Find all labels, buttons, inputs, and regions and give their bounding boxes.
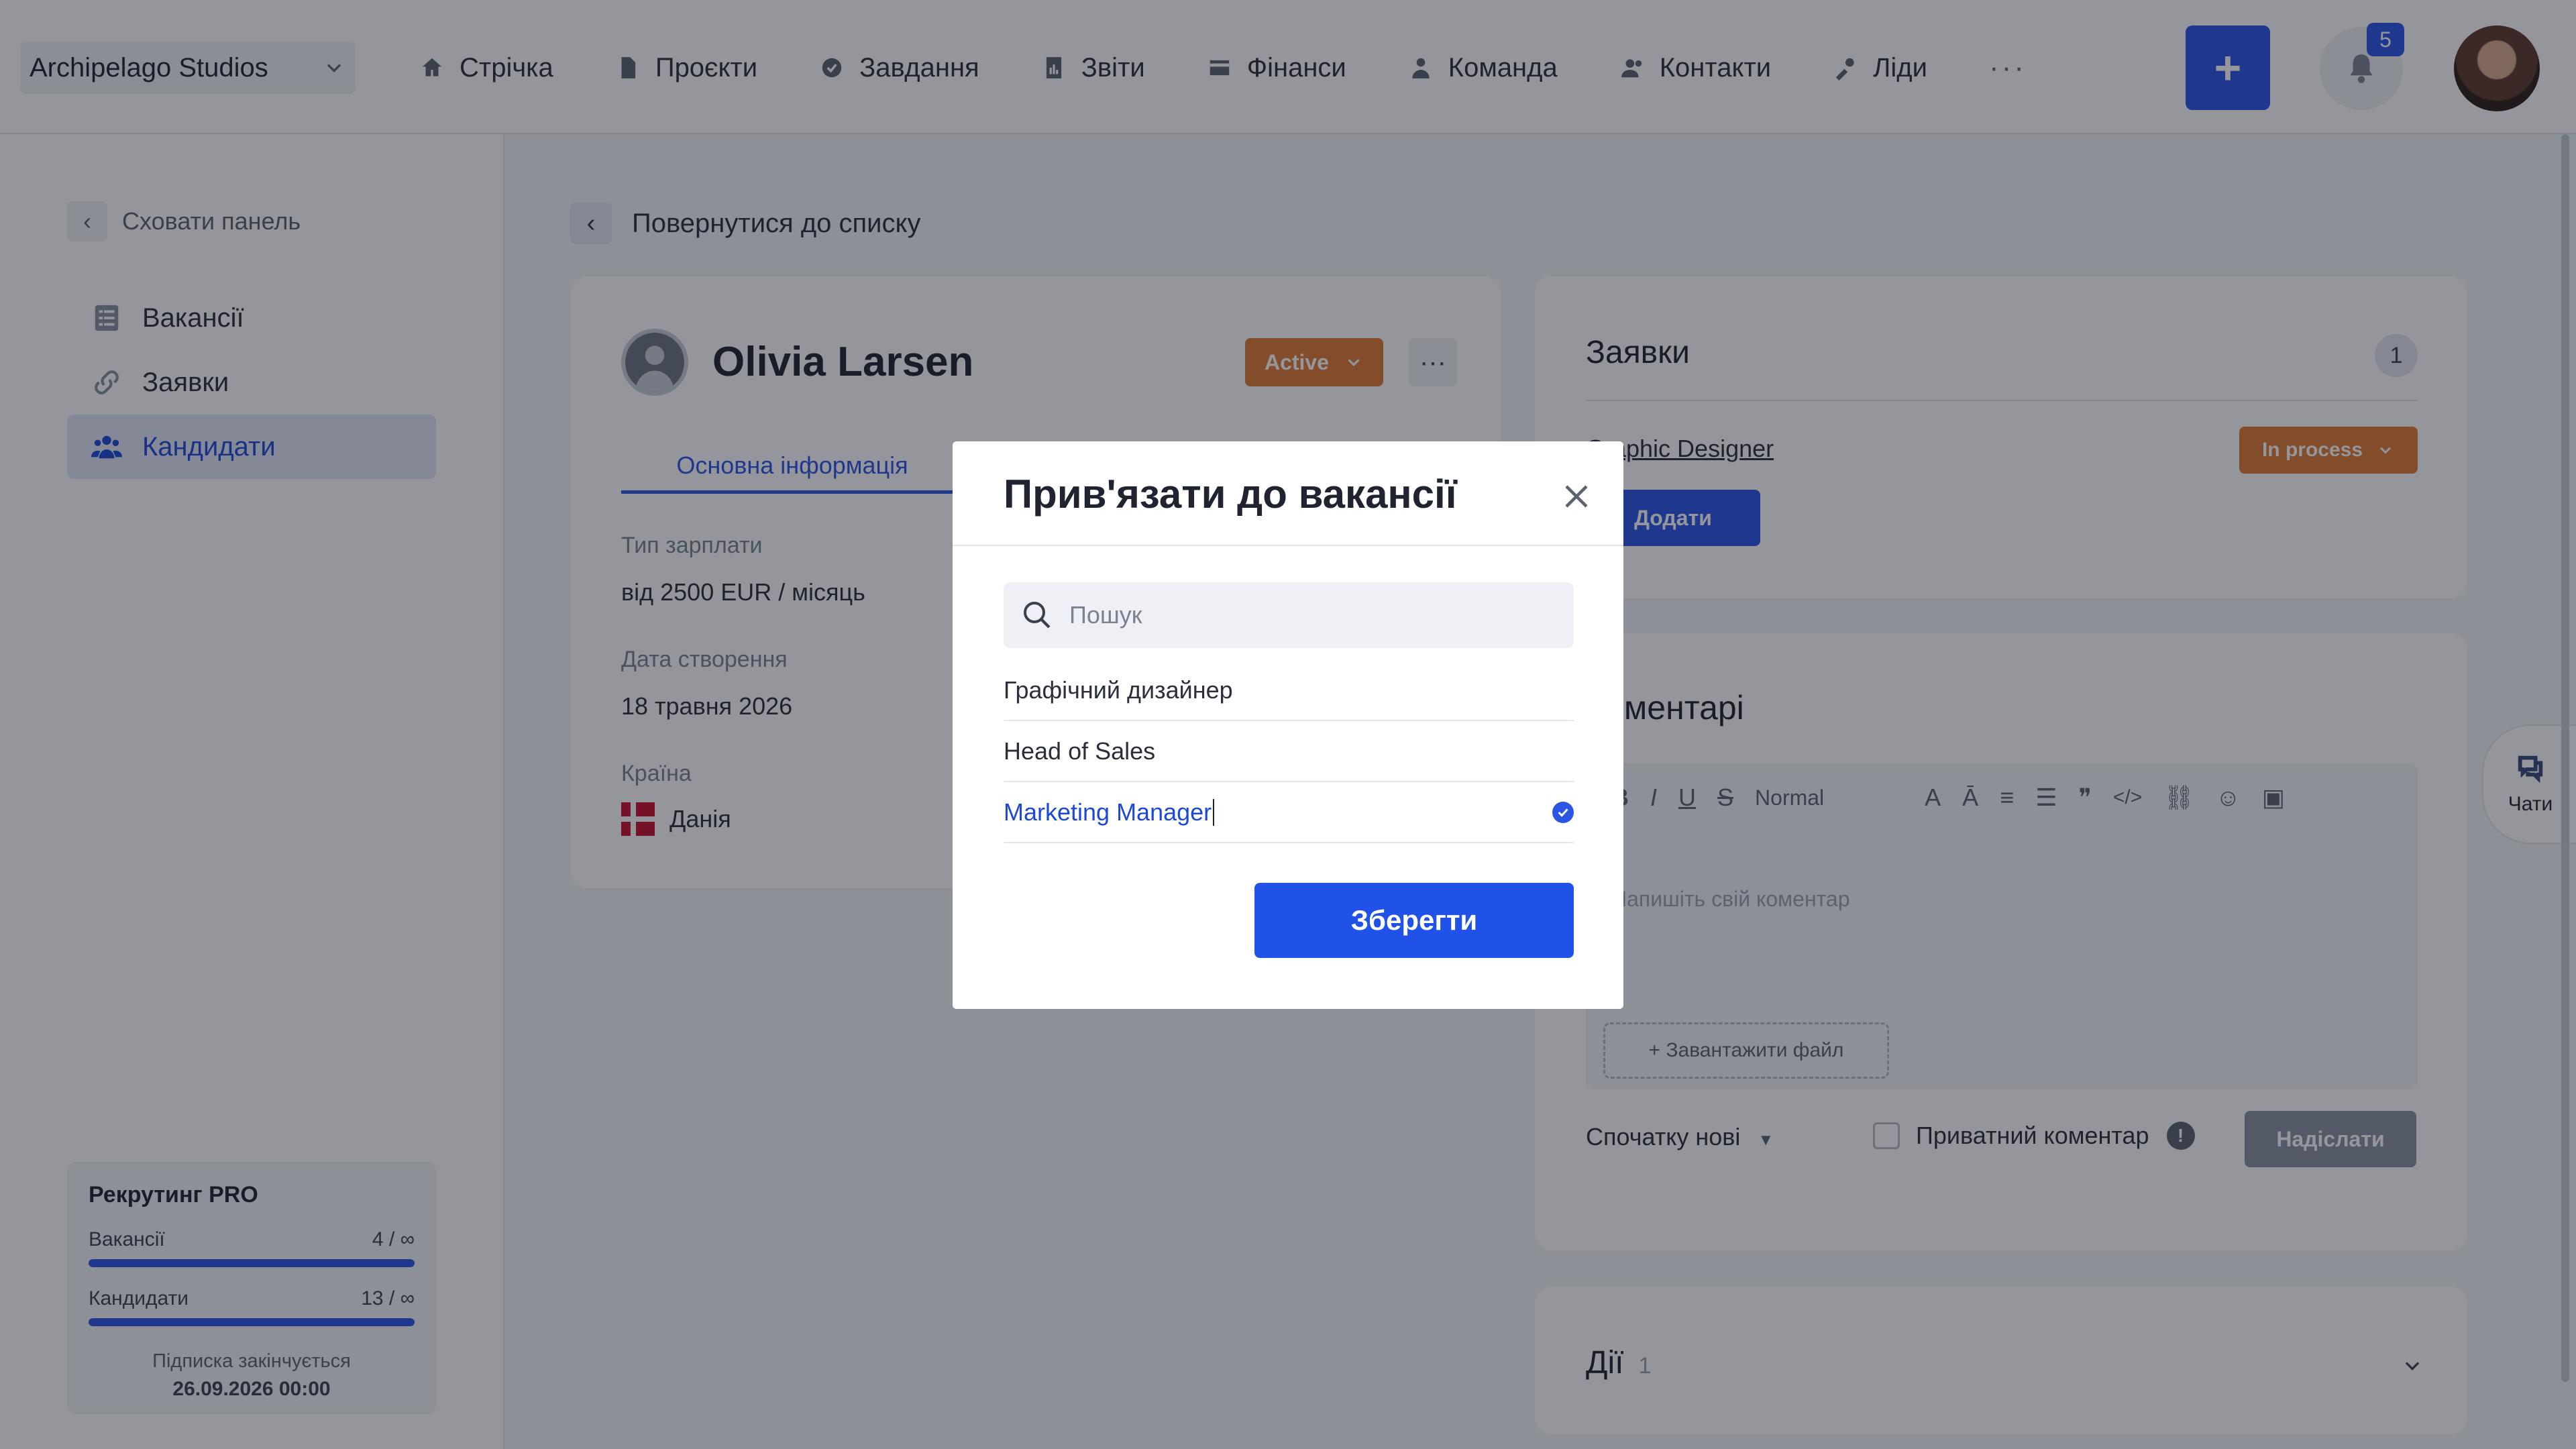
vacancy-search[interactable] bbox=[1004, 582, 1574, 648]
link-to-vacancy-modal: Прив'язати до вакансії Графічний дизайне… bbox=[953, 441, 1623, 1009]
vacancy-option-selected[interactable]: Marketing Manager bbox=[1004, 782, 1574, 843]
vacancy-option[interactable]: Head of Sales bbox=[1004, 721, 1574, 782]
vacancy-label: Графічний дизайнер bbox=[1004, 676, 1233, 704]
vacancy-option[interactable]: Графічний дизайнер bbox=[1004, 660, 1574, 721]
search-input[interactable] bbox=[1069, 601, 1539, 629]
vacancy-list: Графічний дизайнер Head of Sales Marketi… bbox=[1004, 660, 1574, 843]
divider bbox=[953, 545, 1623, 546]
close-icon[interactable] bbox=[1556, 476, 1597, 517]
vacancy-label: Head of Sales bbox=[1004, 737, 1156, 765]
vacancy-label: Marketing Manager bbox=[1004, 798, 1212, 826]
modal-title: Прив'язати до вакансії bbox=[1004, 472, 1457, 517]
text-cursor bbox=[1213, 798, 1215, 826]
save-button[interactable]: Зберегти bbox=[1254, 883, 1574, 958]
check-icon bbox=[1552, 801, 1574, 823]
search-icon bbox=[1024, 602, 1051, 629]
